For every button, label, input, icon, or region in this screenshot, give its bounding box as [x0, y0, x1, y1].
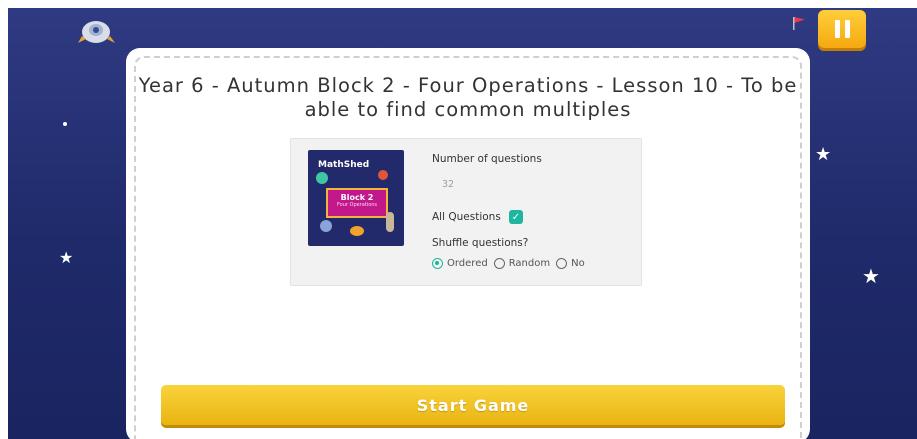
start-game-button[interactable]: Start Game: [161, 385, 785, 425]
thumbnail-brand: MathShed: [318, 160, 370, 170]
pause-button[interactable]: [818, 10, 866, 48]
star-icon: ★: [862, 264, 880, 288]
star-dot: [63, 122, 67, 126]
flag-icon[interactable]: [792, 16, 806, 30]
radio-ordered-label[interactable]: Ordered: [447, 258, 488, 269]
pause-icon: [834, 20, 850, 38]
thumbnail-plate: Block 2 Four Operations: [326, 188, 388, 218]
radio-no[interactable]: [556, 258, 568, 269]
planet-icon: [350, 226, 364, 236]
num-questions-label: Number of questions: [432, 153, 542, 165]
radio-random[interactable]: [493, 258, 505, 269]
check-icon: ✓: [511, 211, 521, 223]
thumbnail-plate-subtitle: Four Operations: [336, 202, 378, 208]
all-questions-label: All Questions: [432, 211, 501, 223]
settings-panel: MathShed Block 2 Four Operations Number …: [290, 138, 642, 286]
radio-no-label[interactable]: No: [571, 258, 585, 269]
all-questions-checkbox[interactable]: ✓: [509, 210, 523, 224]
planet-icon: [316, 172, 328, 184]
game-setup-card: Year 6 - Autumn Block 2 - Four Operation…: [126, 48, 810, 439]
star-icon: ★: [59, 248, 74, 267]
rocket-icon: [386, 212, 394, 232]
rocket-icon: [78, 21, 115, 43]
planet-icon: [320, 220, 332, 232]
shuffle-options: Ordered Random No: [432, 258, 591, 269]
radio-ordered[interactable]: [432, 258, 443, 269]
game-background: ★ ★ ★ Year 6 - Autumn Block 2 - Four Ope…: [8, 8, 917, 439]
num-questions-field[interactable]: 32: [442, 179, 454, 190]
radio-random-label[interactable]: Random: [509, 258, 550, 269]
shuffle-label: Shuffle questions?: [432, 237, 529, 249]
game-thumbnail: MathShed Block 2 Four Operations: [308, 150, 404, 246]
planet-icon: [378, 170, 388, 180]
star-icon: ★: [815, 144, 832, 165]
lesson-title: Year 6 - Autumn Block 2 - Four Operation…: [138, 74, 798, 121]
thumbnail-plate-title: Block 2: [340, 193, 374, 202]
